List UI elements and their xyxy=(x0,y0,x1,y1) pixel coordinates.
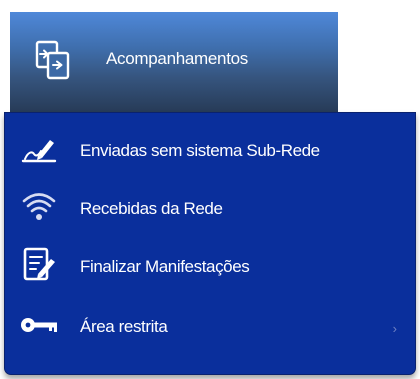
menu-item-label: Finalizar Manifestações xyxy=(80,257,250,276)
edit-document-icon xyxy=(19,245,59,285)
menu-item-label: Área restrita xyxy=(80,317,168,336)
acompanhamentos-tab[interactable]: Acompanhamentos xyxy=(10,12,338,112)
pen-writing-icon xyxy=(19,131,59,171)
menu-item-enviadas[interactable]: Enviadas sem sistema Sub-Rede xyxy=(5,123,415,179)
documents-transfer-icon xyxy=(34,38,74,82)
chevron-right-icon: › xyxy=(392,321,397,336)
menu-item-finalizar[interactable]: Finalizar Manifestações xyxy=(5,239,415,295)
key-icon xyxy=(19,305,59,345)
menu-item-area-restrita[interactable]: Área restrita › xyxy=(5,299,415,355)
dropdown-menu: Enviadas sem sistema Sub-Rede Recebidas … xyxy=(4,112,416,375)
menu-widget: Acompanhamentos Enviadas sem sistema Sub… xyxy=(0,0,420,379)
wifi-icon xyxy=(19,187,59,227)
menu-item-label: Recebidas da Rede xyxy=(80,199,223,218)
tab-title: Acompanhamentos xyxy=(106,49,248,68)
menu-item-label: Enviadas sem sistema Sub-Rede xyxy=(80,141,320,160)
menu-item-recebidas[interactable]: Recebidas da Rede xyxy=(5,181,415,237)
